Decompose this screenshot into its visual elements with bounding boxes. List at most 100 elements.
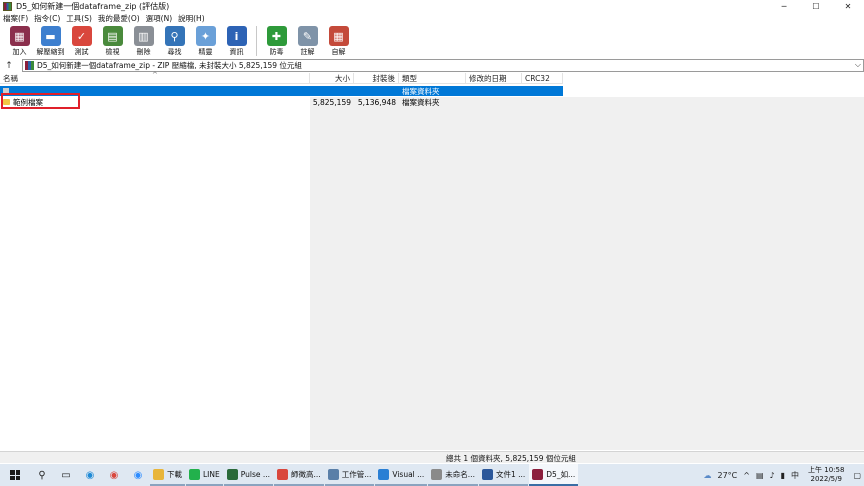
notification-icon[interactable]: ▢	[850, 471, 864, 480]
windows-logo-icon	[10, 470, 20, 480]
row-crc	[522, 97, 563, 107]
up-arrow-icon[interactable]: ↑	[0, 59, 18, 72]
zoom-icon[interactable]: ◉	[126, 464, 150, 486]
toolbar-button-label: 防毒	[269, 48, 284, 56]
column-name-label: 名稱	[3, 74, 18, 83]
column-type[interactable]: 類型	[399, 73, 466, 84]
folder-icon	[153, 468, 164, 480]
system-tray: ☁ 27°C ^ ▤ ♪ ▮ 中 上午 10:58 2022/5/9 ▢	[700, 464, 864, 486]
wizard-icon: ✦	[195, 26, 216, 46]
window-title: D5_如何新建一個dataframe_zip (評估版)	[16, 2, 170, 11]
task-manager-icon	[327, 468, 339, 480]
toolbar-separator	[256, 26, 257, 56]
toolbar-button-label: 測試	[74, 48, 89, 56]
winrar-window: D5_如何新建一個dataframe_zip (評估版) ─ ☐ ✕ 檔案(F)…	[0, 0, 864, 464]
toolbar-button[interactable]: ▬ 解壓縮到	[36, 24, 65, 57]
menu-bar: 檔案(F) 指令(C) 工具(S) 我的最愛(O) 選項(N) 說明(H)	[0, 13, 864, 24]
taskbar-app-label: 未命名...	[445, 469, 475, 479]
close-button[interactable]: ✕	[832, 0, 864, 13]
chrome-icon[interactable]: ◉	[102, 464, 126, 486]
edge-icon[interactable]: ◉	[78, 464, 102, 486]
menu-commands[interactable]: 指令(C)	[31, 13, 63, 24]
network-icon[interactable]: ▤	[753, 471, 767, 480]
taskbar-app[interactable]: LINE	[186, 464, 223, 486]
toolbar-button-label: 自解	[331, 48, 346, 56]
clock-date: 2022/5/9	[810, 475, 842, 483]
paint-icon	[431, 468, 443, 480]
winrar-icon	[532, 468, 544, 480]
taskbar-app-label: Pulse ...	[240, 469, 271, 479]
toolbar-button[interactable]: ✚ 防毒	[265, 24, 288, 57]
taskbar-app[interactable]: Visual ...	[375, 464, 428, 486]
address-path: D5_如何新建一個dataframe_zip - ZIP 壓縮檔, 未封裝大小 …	[37, 61, 302, 70]
winrar-app-icon	[3, 2, 12, 11]
search-icon[interactable]: ⚲	[30, 464, 54, 486]
toolbar-button-label: 刪除	[136, 48, 151, 56]
maximize-button[interactable]: ☐	[800, 0, 832, 13]
menu-favorites[interactable]: 我的最愛(O)	[95, 13, 143, 24]
toolbar-button[interactable]: ✓ 測試	[70, 24, 93, 57]
toolbar-button-label: 解壓縮到	[36, 48, 65, 56]
list-item[interactable]: ..檔案資料夾	[0, 86, 563, 96]
minimize-button[interactable]: ─	[768, 0, 800, 13]
taskbar-app[interactable]: 下載	[150, 464, 185, 486]
toolbar-button-label: 檢視	[105, 48, 120, 56]
toolbar-button[interactable]: ▤ 檢視	[101, 24, 124, 57]
column-name[interactable]: 名稱 ^	[0, 71, 310, 84]
row-packed: 5,136,948	[357, 97, 396, 107]
vscode-icon	[378, 468, 390, 480]
taskbar-app-label: 師徵高...	[291, 469, 321, 479]
toolbar-button[interactable]: ✦ 精靈	[194, 24, 217, 57]
toolbar-button-label: 加入	[12, 48, 27, 56]
taskbar-app-label: LINE	[203, 469, 220, 479]
start-button[interactable]	[0, 464, 30, 486]
column-size[interactable]: 大小	[310, 73, 354, 84]
taskbar-app[interactable]: D5_如...	[529, 464, 579, 486]
taskbar-app-label: 工作管...	[341, 469, 372, 479]
taskbar-app[interactable]: 工作管...	[324, 464, 375, 486]
taskbar-app[interactable]: Pulse ...	[223, 464, 274, 486]
toolbar: ▦ 加入 ▬ 解壓縮到 ✓ 測試 ▤ 檢視 ▥ 刪除 ⚲ 尋找 ✦ 精靈 i 資訊 ✚ 防毒 ✎ 註解 ▦ 自解	[0, 24, 864, 58]
toolbar-button-label: 資訊	[229, 48, 244, 56]
weather-temp[interactable]: 27°C	[714, 471, 740, 480]
chevron-down-icon[interactable]: ⌵	[855, 60, 861, 70]
line-icon	[189, 468, 200, 480]
toolbar-button[interactable]: ✎ 註解	[296, 24, 319, 57]
menu-help[interactable]: 說明(H)	[175, 13, 208, 24]
battery-icon[interactable]: ▮	[778, 471, 788, 480]
taskbar-app[interactable]: 未命名...	[428, 464, 478, 486]
toolbar-button[interactable]: ⚲ 尋找	[163, 24, 186, 57]
column-packed[interactable]: 封裝後	[354, 73, 399, 84]
menu-tools[interactable]: 工具(S)	[63, 13, 95, 24]
address-field[interactable]: D5_如何新建一個dataframe_zip - ZIP 壓縮檔, 未封裝大小 …	[22, 59, 864, 72]
row-modified	[466, 97, 522, 107]
sfx-icon: ▦	[328, 26, 349, 46]
taskbar-app[interactable]: 文件1 ...	[478, 464, 529, 486]
toolbar-button[interactable]: i 資訊	[225, 24, 248, 57]
toolbar-button[interactable]: ▦ 自解	[327, 24, 350, 57]
chevron-up-icon[interactable]: ^	[740, 471, 753, 480]
taskbar-app[interactable]: 師徵高...	[274, 464, 324, 486]
column-crc32[interactable]: CRC32	[522, 73, 563, 84]
row-size	[310, 86, 354, 96]
chrome-icon	[277, 468, 289, 480]
extract-folder-icon: ▬	[40, 26, 61, 46]
taskbar-app-label: Visual ...	[392, 469, 425, 479]
view-book-icon: ▤	[102, 26, 123, 46]
weather-icon[interactable]: ☁	[700, 471, 714, 480]
antivirus-icon: ✚	[266, 26, 287, 46]
menu-file[interactable]: 檔案(F)	[0, 13, 31, 24]
toolbar-button[interactable]: ▦ 加入	[8, 24, 31, 57]
column-modified[interactable]: 修改的日期	[466, 73, 522, 84]
ime-indicator[interactable]: 中	[788, 470, 802, 481]
list-item[interactable]: 範例檔案 5,825,159 5,136,948 檔案資料夾	[0, 97, 563, 107]
clock[interactable]: 上午 10:58 2022/5/9	[802, 466, 850, 484]
address-bar: ↑ D5_如何新建一個dataframe_zip - ZIP 壓縮檔, 未封裝大…	[0, 59, 864, 72]
status-text: 總共 1 個資料夾, 5,825,159 個位元組	[446, 454, 576, 463]
task-view-icon[interactable]: ▭	[54, 464, 78, 486]
toolbar-button[interactable]: ▥ 刪除	[132, 24, 155, 57]
toolbar-button-label: 註解	[300, 48, 315, 56]
sort-caret-icon: ^	[152, 71, 158, 79]
volume-icon[interactable]: ♪	[767, 471, 778, 480]
menu-options[interactable]: 選項(N)	[143, 13, 175, 24]
